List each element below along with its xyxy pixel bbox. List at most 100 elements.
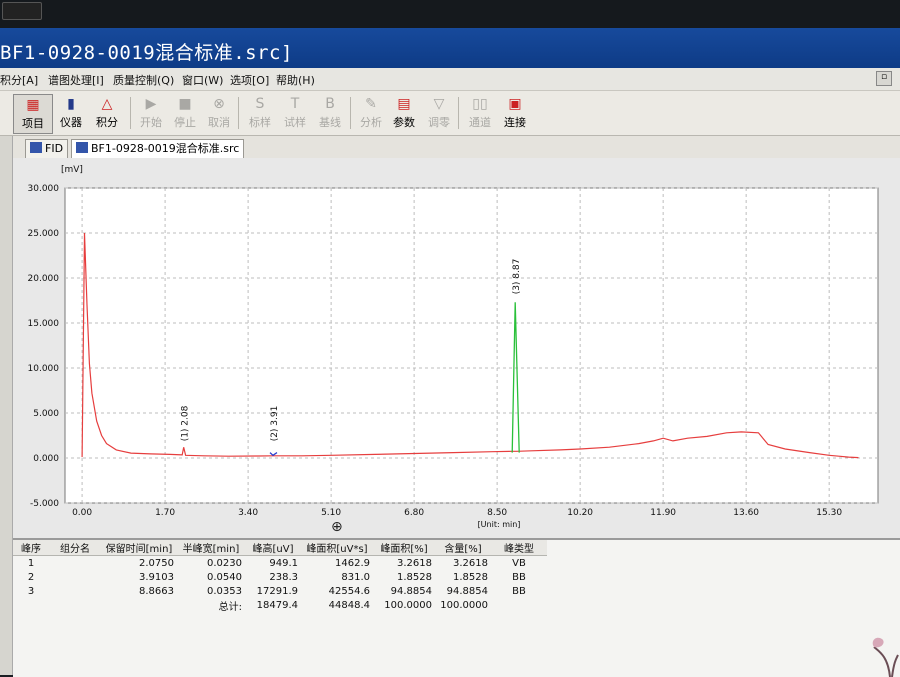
peak-table: 峰序 组分名 保留时间[min] 半峰宽[min] 峰高[uV] 峰面积[uV*s] 峰面积…: [13, 540, 547, 613]
table-cell: [101, 598, 177, 613]
standard-icon: S: [255, 96, 265, 112]
zoom-icon[interactable]: ⊕: [331, 520, 345, 534]
table-cell: 100.0000: [384, 600, 432, 611]
column-header[interactable]: 半峰宽[min]: [177, 540, 245, 556]
stop-icon: ■: [178, 96, 192, 112]
column-header[interactable]: 组分名: [49, 540, 101, 556]
cancel-button[interactable]: ⊗ 取消: [200, 94, 238, 132]
table-cell: 100.0000: [440, 600, 488, 611]
table-cell: 0.0540: [207, 571, 242, 583]
table-cell: 17291.9: [256, 585, 298, 597]
start-button[interactable]: ▶ 开始: [132, 94, 170, 132]
table-cell: 1.8528: [453, 571, 488, 583]
column-header[interactable]: 峰类型: [491, 540, 547, 556]
table-cell: [491, 598, 547, 613]
table-cell: 3.2618: [453, 557, 488, 569]
x-axis-unit: [Unit: min]: [478, 520, 521, 529]
monitor-bezel: [0, 0, 900, 28]
instrument-button[interactable]: ▮ 仪器: [52, 94, 90, 132]
baseline-button[interactable]: B 基线: [311, 94, 349, 132]
table-row[interactable]: 1 2.0750 0.0230 949.1 1462.9 3.2618 3.2618 VB: [13, 556, 547, 571]
baseline-icon: B: [325, 96, 335, 112]
standard-button[interactable]: S 标样: [241, 94, 279, 132]
chart-icon: [76, 142, 88, 153]
table-row[interactable]: 2 3.9103 0.0540 238.3 831.0 1.8528 1.8528 BB: [13, 570, 547, 584]
menu-window[interactable]: 窗口(W): [182, 72, 223, 88]
chromatogram-panel: -5.000 0.000 5.000 10.000 15.000 20.000 25.000…: [13, 158, 900, 538]
table-cell: [49, 556, 101, 571]
stop-button[interactable]: ■ 停止: [166, 94, 204, 132]
instrument-icon: ▮: [67, 96, 75, 112]
table-cell: 44848.4: [328, 600, 370, 611]
y-tick-label: 30.000: [28, 184, 60, 194]
table-cell: 0.0230: [207, 557, 242, 569]
table-cell: BB: [512, 571, 526, 583]
x-tick-label: 10.20: [567, 508, 593, 518]
table-cell: 1.8528: [397, 571, 432, 583]
table-cell: 18479.4: [256, 600, 298, 611]
project-icon: ▦: [26, 97, 40, 113]
x-tick-label: 11.90: [650, 508, 676, 518]
table-cell: 3.9103: [139, 571, 174, 583]
zero-icon: ▽: [433, 96, 445, 112]
connect-button[interactable]: ▣ 连接: [496, 94, 534, 132]
column-header[interactable]: 保留时间[min]: [101, 540, 177, 556]
peak-label: (1) 2.08: [181, 405, 191, 441]
column-header[interactable]: 峰面积[uV*s]: [301, 540, 373, 556]
window-title: BF1-0928-0019混合标准.src]: [0, 42, 293, 64]
y-tick-label: 5.000: [33, 409, 59, 419]
channel-button[interactable]: ▯▯ 通道: [461, 94, 499, 132]
column-header[interactable]: 含量[%]: [435, 540, 491, 556]
peak-label: (2) 3.91: [270, 406, 280, 442]
table-cell: 1: [27, 557, 35, 569]
table-cell: 238.3: [269, 571, 298, 583]
table-cell: 3: [27, 585, 35, 597]
x-tick-label: 1.70: [155, 508, 175, 518]
sample-button[interactable]: T 试样: [276, 94, 314, 132]
table-cell: 总计:: [218, 602, 242, 613]
play-icon: ▶: [145, 96, 157, 112]
table-cell: [13, 598, 49, 613]
x-tick-label: 3.40: [238, 508, 258, 518]
table-cell: 2: [27, 571, 35, 583]
chromatogram-chart[interactable]: -5.000 0.000 5.000 10.000 15.000 20.000 25.000…: [13, 158, 900, 538]
peak-table-panel: 峰序 组分名 保留时间[min] 半峰宽[min] 峰高[uV] 峰面积[uV*s] 峰面积…: [13, 538, 900, 677]
table-cell: 8.8663: [139, 585, 174, 597]
x-tick-label: 8.50: [487, 508, 507, 518]
mdi-restore-button[interactable]: ▫: [876, 71, 892, 86]
table-cell: [49, 598, 101, 613]
menu-quality[interactable]: 质量控制(Q): [113, 72, 174, 88]
y-tick-label: 0.000: [33, 454, 59, 464]
tab-fid[interactable]: FID: [25, 139, 69, 158]
project-button[interactable]: ▦ 项目: [13, 94, 53, 134]
integrate-button[interactable]: △ 积分: [88, 94, 126, 132]
channel-icon: ▯▯: [472, 96, 488, 112]
table-cell: 94.8854: [446, 585, 488, 597]
y-tick-label: 20.000: [28, 274, 60, 284]
decorative-plant: [872, 637, 899, 677]
menu-options[interactable]: 选项[O]: [230, 72, 269, 88]
table-cell: 3.2618: [397, 557, 432, 569]
x-tick-label: 6.80: [404, 508, 424, 518]
menu-help[interactable]: 帮助(H): [276, 72, 315, 88]
sample-icon: T: [290, 96, 300, 112]
y-axis-unit: [mV]: [61, 165, 83, 175]
menu-integrate[interactable]: 积分[A]: [0, 72, 38, 88]
table-cell: 0.0353: [207, 585, 242, 597]
column-header[interactable]: 峰面积[%]: [373, 540, 435, 556]
table-cell: [49, 570, 101, 584]
x-tick-label: 13.60: [733, 508, 759, 518]
y-tick-label: -5.000: [30, 499, 59, 509]
column-header[interactable]: 峰序: [13, 540, 49, 556]
menu-chromatogram[interactable]: 谱图处理[I]: [48, 72, 104, 88]
tab-chromatogram-file[interactable]: BF1-0928-0019混合标准.src: [71, 139, 245, 158]
table-row[interactable]: 3 8.8663 0.0353 17291.9 42554.6 94.8854 94.885…: [13, 584, 547, 598]
zero-button[interactable]: ▽ 调零: [420, 94, 458, 132]
table-cell: 949.1: [269, 557, 298, 569]
params-icon: ▤: [397, 96, 411, 112]
cancel-icon: ⊗: [213, 96, 225, 112]
table-cell: 831.0: [341, 571, 370, 583]
x-tick-label: 15.30: [816, 508, 842, 518]
column-header[interactable]: 峰高[uV]: [245, 540, 301, 556]
params-button[interactable]: ▤ 参数: [385, 94, 423, 132]
